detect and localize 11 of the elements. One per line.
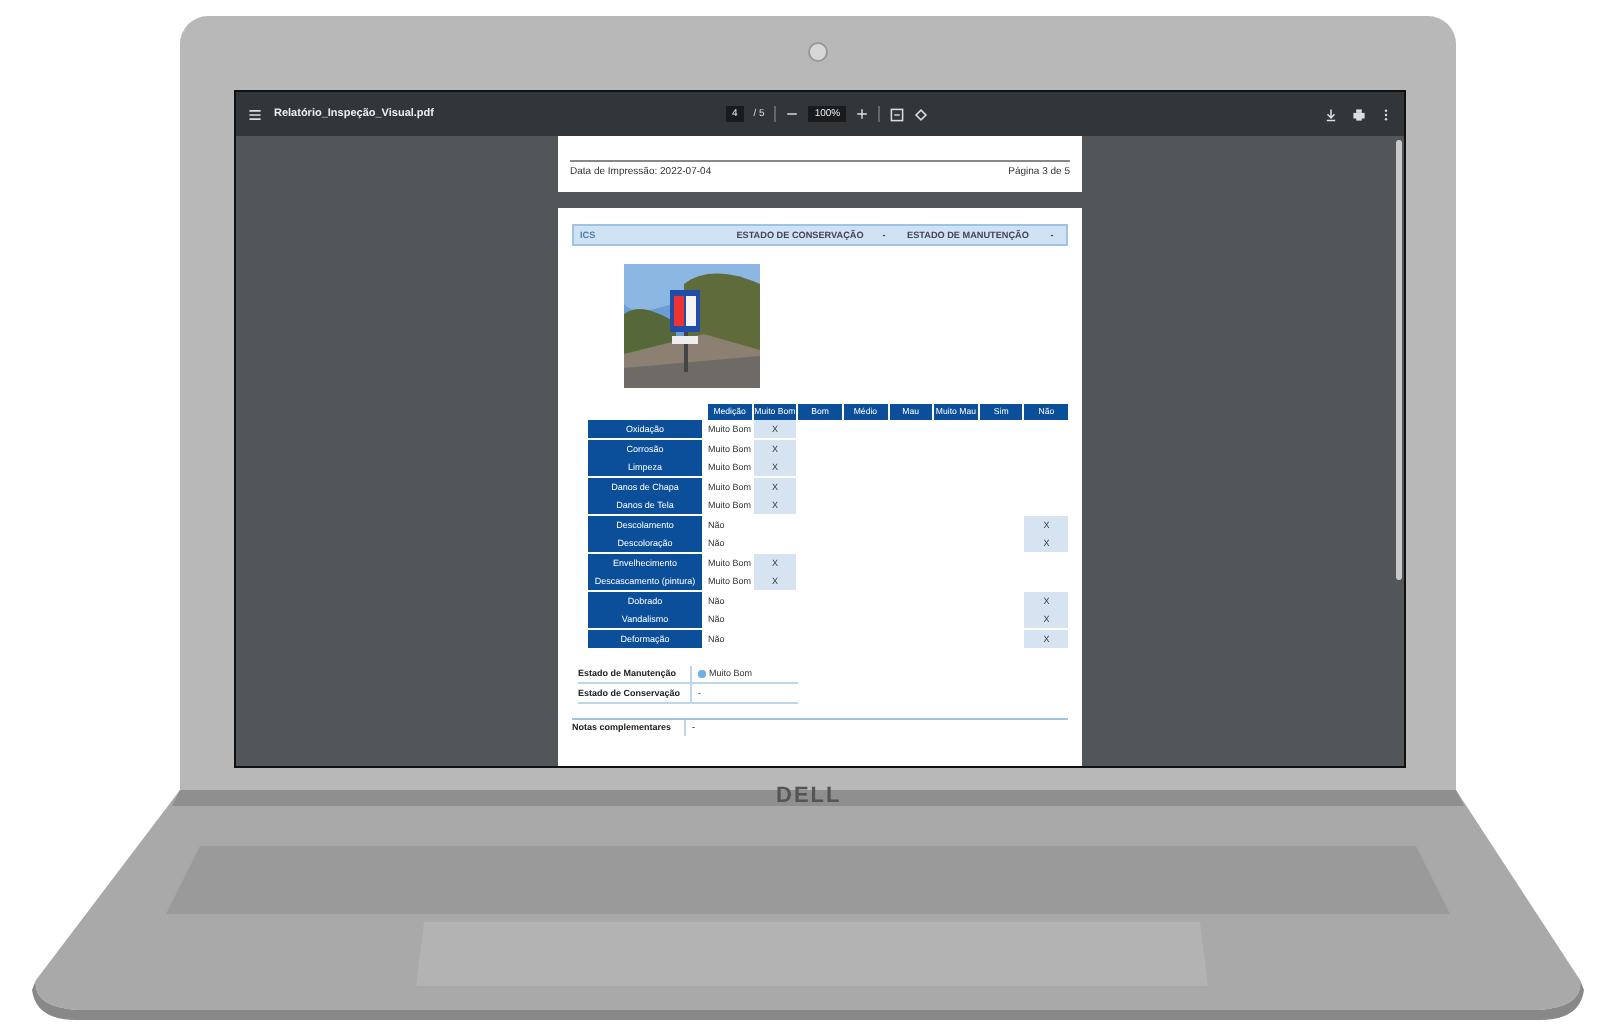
zoom-in-icon[interactable]	[856, 108, 869, 120]
brand-logo: DELL	[776, 784, 842, 808]
scrollbar[interactable]	[1396, 140, 1402, 580]
more-icon[interactable]	[1380, 107, 1392, 121]
print-icon[interactable]	[1352, 107, 1366, 121]
fit-page-icon[interactable]	[890, 107, 905, 121]
menu-icon[interactable]	[248, 107, 262, 121]
rotate-icon[interactable]	[914, 107, 929, 121]
download-icon[interactable]	[1324, 107, 1338, 121]
camera-icon	[808, 42, 828, 62]
zoom-out-icon[interactable]	[786, 108, 799, 120]
